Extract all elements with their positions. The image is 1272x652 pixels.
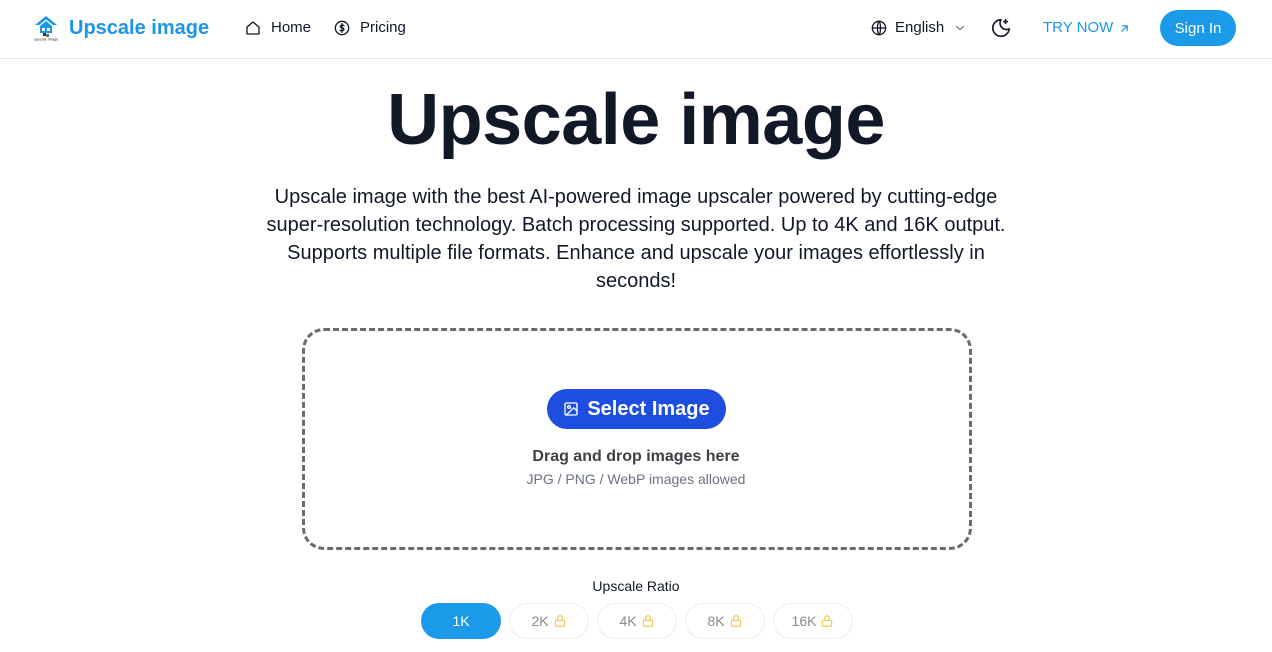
ratio-option-8k[interactable]: 8K [685,603,765,639]
allowed-formats-text: JPG / PNG / WebP images allowed [526,471,746,487]
try-now-link[interactable]: TRY NOW [1043,18,1131,38]
image-dropzone[interactable] [302,328,972,550]
try-now-label: TRY NOW [1043,19,1114,36]
nav-home-label: Home [271,19,312,36]
brand-logo-link[interactable]: upscale image Upscale image [32,14,209,42]
ratio-option-1k[interactable]: 1K [421,603,501,639]
nav-pricing-label: Pricing [360,19,406,36]
ratio-option-label: 8K [707,613,725,629]
dollar-circle-icon [334,20,350,36]
lock-icon [730,615,741,627]
ratio-option-label: 2K [531,613,549,629]
select-image-label: Select Image [587,397,710,420]
moon-sparkle-icon [992,18,1011,38]
theme-toggle-button[interactable] [990,17,1012,39]
drag-drop-hint: Drag and drop images here [532,448,740,465]
ratio-option-4k[interactable]: 4K [597,603,677,639]
lock-icon [554,615,565,627]
page-title: Upscale image [387,80,885,160]
brand-name: Upscale image [69,17,210,39]
home-icon [246,21,260,35]
nav-home-link[interactable]: Home [245,18,311,38]
language-selector[interactable]: English [871,18,967,38]
lock-icon [822,615,833,627]
arrow-up-right-icon [1121,24,1129,32]
brand-logo-icon: upscale image [34,16,59,42]
chevron-down-icon [956,25,965,31]
hero-description: Upscale image with the best AI-powered i… [266,186,1006,292]
lock-icon [642,615,653,627]
ratio-option-label: 1K [452,613,470,629]
image-icon [564,402,579,416]
sign-in-button[interactable]: Sign In [1160,10,1236,46]
ratio-option-2k[interactable]: 2K [509,603,589,639]
language-label: English [895,19,945,36]
upscale-ratio-label: Upscale Ratio [592,578,680,594]
ratio-option-label: 16K [791,613,817,629]
select-image-button[interactable]: Select Image [547,389,726,429]
svg-text:upscale image: upscale image [34,38,59,42]
ratio-option-label: 4K [619,613,637,629]
globe-icon [871,20,887,36]
ratio-option-16k[interactable]: 16K [773,603,853,639]
top-navbar: upscale image Upscale image Home Pricing… [0,0,1272,59]
nav-pricing-link[interactable]: Pricing [334,18,406,38]
